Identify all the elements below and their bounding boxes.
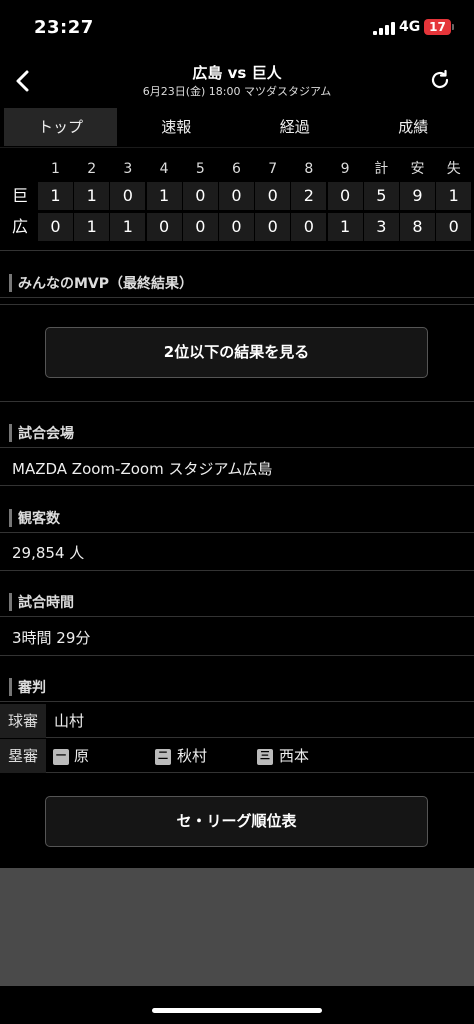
scoreboard: 123456789計安失 巨 110100020591 広 0110000013… bbox=[0, 156, 474, 244]
score-cell: 1 bbox=[327, 213, 363, 241]
bottom-panel bbox=[0, 868, 474, 986]
scoreboard-header-cell: 7 bbox=[268, 161, 278, 177]
divider bbox=[0, 485, 474, 486]
umpire-name: 秋村 bbox=[177, 747, 208, 765]
divider bbox=[0, 250, 474, 251]
refresh-button[interactable] bbox=[428, 68, 452, 92]
venue-section-header: 試合会場 bbox=[0, 418, 474, 448]
scoreboard-header-cell: 4 bbox=[159, 161, 169, 177]
scoreboard-header-cell: 5 bbox=[195, 161, 205, 177]
status-bar: 23:27 4G 17 bbox=[0, 0, 474, 58]
score-cell: 0 bbox=[255, 213, 291, 241]
divider bbox=[0, 655, 474, 656]
scoreboard-header-cell: 3 bbox=[123, 161, 133, 177]
plate-umpire-row: 球審 山村 bbox=[0, 704, 474, 738]
umpire-role: 塁審 bbox=[0, 739, 46, 773]
section-title: 審判 bbox=[18, 680, 46, 696]
umpire-name: 西本 bbox=[279, 747, 310, 765]
score-cell: 1 bbox=[38, 182, 73, 210]
scoreboard-row-team-0: 巨 110100020591 bbox=[0, 182, 474, 213]
umpire-name: 原 bbox=[74, 747, 90, 765]
venue-value: MAZDA Zoom-Zoom スタジアム広島 bbox=[12, 460, 273, 478]
tab-stats[interactable]: 成績 bbox=[354, 108, 473, 146]
score-cell: 2 bbox=[291, 182, 327, 210]
home-indicator[interactable] bbox=[152, 1008, 322, 1013]
score-cell: 1 bbox=[110, 213, 146, 241]
scoreboard-header: 1 2 3 4 5 6 7 8 9 計 安 失 bbox=[0, 156, 474, 182]
score-cell: 1 bbox=[74, 182, 110, 210]
duration-section-header: 試合時間 bbox=[0, 587, 474, 617]
divider bbox=[0, 304, 474, 305]
section-title: 試合時間 bbox=[18, 595, 74, 611]
scoreboard-header-cell: 計 bbox=[374, 161, 389, 177]
score-cell: 5 bbox=[363, 182, 399, 210]
section-marker bbox=[9, 593, 12, 611]
tab-bar: トップ 速報 経過 成績 bbox=[0, 108, 474, 148]
attendance-section-header: 観客数 bbox=[0, 503, 474, 533]
standings-button[interactable]: セ・リーグ順位表 bbox=[45, 796, 428, 847]
section-marker bbox=[9, 424, 12, 442]
second-base-badge: 二 bbox=[155, 749, 171, 765]
score-cell: 0 bbox=[219, 213, 254, 241]
scoreboard-header-cell: 9 bbox=[340, 161, 350, 177]
refresh-icon bbox=[431, 69, 449, 89]
umpire-name: 山村 bbox=[54, 712, 85, 730]
mvp-section-header: みんなのMVP（最終結果） bbox=[0, 268, 474, 298]
scoreboard-header-cell: 安 bbox=[410, 161, 425, 177]
page-title: 広島 vs 巨人 bbox=[192, 64, 282, 82]
score-cell: 9 bbox=[400, 182, 435, 210]
tab-progress[interactable]: 経過 bbox=[236, 108, 355, 146]
battery-tip bbox=[452, 24, 454, 30]
score-cell: 3 bbox=[363, 213, 399, 241]
score-cell: 0 bbox=[38, 213, 73, 241]
divider bbox=[0, 401, 474, 402]
attendance-value: 29,854 人 bbox=[12, 544, 85, 562]
score-cell: 0 bbox=[110, 182, 146, 210]
umpires-section-header: 審判 bbox=[0, 672, 474, 702]
third-base-badge: 三 bbox=[257, 749, 273, 765]
battery-icon: 17 bbox=[424, 19, 451, 35]
scoreboard-header-cell: 1 bbox=[51, 161, 60, 177]
section-title: みんなのMVP（最終結果） bbox=[18, 276, 194, 292]
score-cell: 0 bbox=[255, 182, 291, 210]
see-more-results-button[interactable]: 2位以下の結果を見る bbox=[45, 327, 428, 378]
section-title: 試合会場 bbox=[18, 426, 74, 442]
umpire-role: 球審 bbox=[0, 704, 46, 738]
section-marker bbox=[9, 678, 12, 696]
score-cell: 0 bbox=[327, 182, 363, 210]
tab-top[interactable]: トップ bbox=[4, 108, 117, 146]
score-cell: 1 bbox=[146, 182, 182, 210]
score-cell: 0 bbox=[219, 182, 254, 210]
first-base-badge: 一 bbox=[53, 749, 69, 765]
score-cell: 1 bbox=[436, 182, 472, 210]
scoreboard-header-cell: 失 bbox=[446, 161, 461, 177]
score-cell: 0 bbox=[146, 213, 182, 241]
scoreboard-header-cell: 8 bbox=[304, 161, 314, 177]
score-cell: 1 bbox=[74, 213, 110, 241]
scoreboard-header-cell: 2 bbox=[87, 161, 97, 177]
game-info: 6月23日(金) 18:00 マツダスタジアム bbox=[142, 85, 332, 98]
scoreboard-row-team-1: 広 011000001380 bbox=[0, 213, 474, 244]
section-title: 観客数 bbox=[18, 511, 60, 527]
divider bbox=[0, 570, 474, 571]
score-cell: 8 bbox=[400, 213, 435, 241]
score-cell: 0 bbox=[291, 213, 327, 241]
base-umpires-row: 塁審 一 原 二 秋村 三 西本 bbox=[0, 739, 474, 773]
status-time: 23:27 bbox=[34, 17, 94, 38]
tab-live[interactable]: 速報 bbox=[117, 108, 236, 146]
nav-bar: 広島 vs 巨人 6月23日(金) 18:00 マツダスタジアム bbox=[0, 58, 474, 104]
score-cell: 0 bbox=[436, 213, 472, 241]
network-type: 4G bbox=[399, 19, 421, 35]
team-name: 広 bbox=[11, 217, 28, 236]
duration-value: 3時間 29分 bbox=[12, 629, 91, 647]
score-cell: 0 bbox=[182, 182, 218, 210]
scoreboard-header-cell: 6 bbox=[232, 161, 241, 177]
section-marker bbox=[9, 274, 12, 292]
score-cell: 0 bbox=[182, 213, 218, 241]
signal-icon bbox=[373, 22, 395, 35]
team-name: 巨 bbox=[11, 186, 28, 205]
section-marker bbox=[9, 509, 12, 527]
